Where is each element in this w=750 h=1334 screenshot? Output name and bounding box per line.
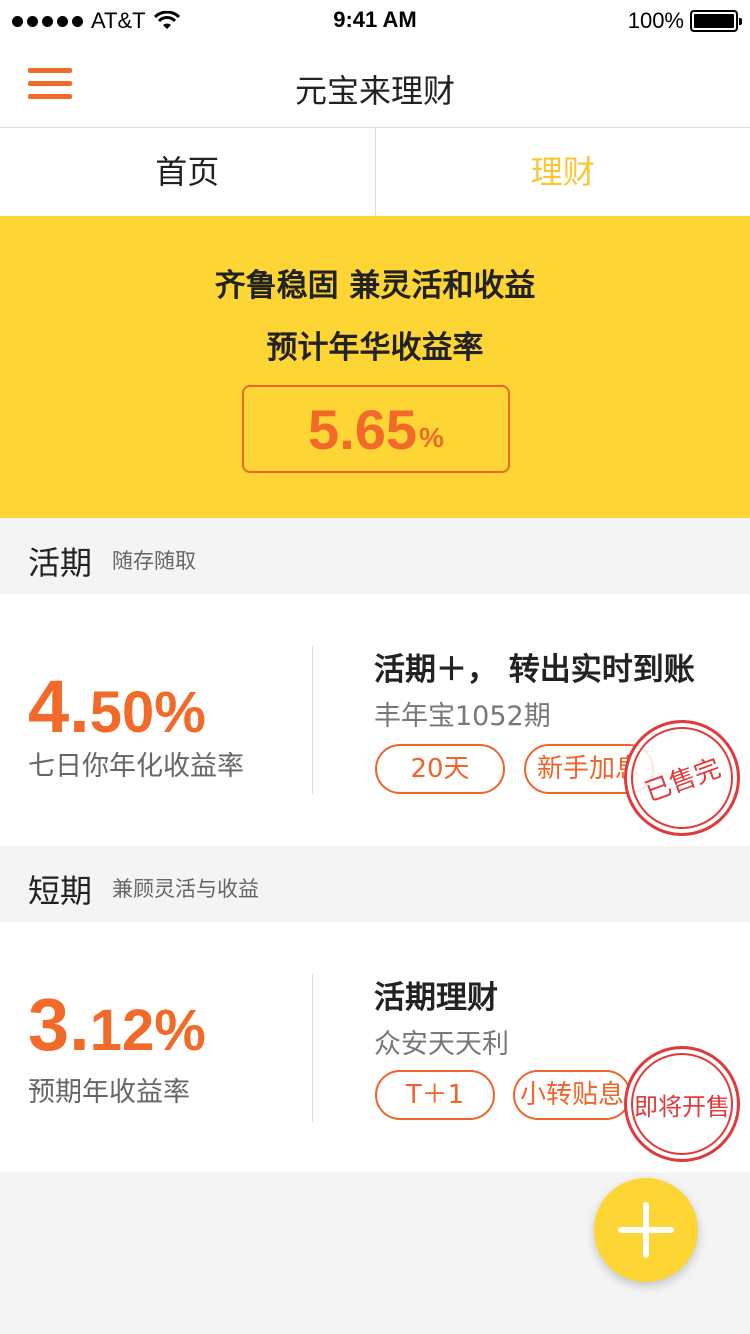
- card-divider: [312, 974, 313, 1122]
- sold-out-stamp: 已售完: [607, 703, 750, 853]
- banner-headline: 齐鲁稳固 兼灵活和收益: [214, 268, 536, 304]
- card-rate-int: 4.: [28, 665, 90, 748]
- add-button[interactable]: [594, 1178, 698, 1282]
- card-rate: 4.50%: [28, 664, 206, 749]
- card-divider: [312, 646, 313, 794]
- nav-bar: 元宝来理财: [0, 40, 750, 128]
- banner-subheadline: 预计年华收益率: [266, 330, 484, 366]
- product-subtitle: 丰年宝1052期: [374, 701, 551, 732]
- battery-icon: [690, 10, 742, 32]
- section-header-current: 活期 随存随取: [0, 518, 750, 594]
- tab-bar: 首页 理财: [0, 128, 750, 216]
- section-subtitle: 随存随取: [112, 549, 196, 573]
- coming-soon-stamp: 即将开售: [624, 1046, 740, 1162]
- section-title: 短期: [28, 872, 93, 910]
- card-rate-label: 预期年收益率: [28, 1077, 190, 1108]
- promo-banner[interactable]: 齐鲁稳固 兼灵活和收益 预计年华收益率 5.65 %: [0, 216, 750, 518]
- banner-rate-value: 5.65: [308, 397, 418, 461]
- status-bar: AT&T 9:41 AM 100%: [0, 0, 750, 40]
- status-right: 100%: [627, 8, 742, 34]
- product-name: 活期理财: [374, 980, 498, 1016]
- card-rate: 3.12%: [28, 982, 206, 1067]
- battery-percent: 100%: [627, 8, 684, 33]
- term-tag: 20天: [375, 744, 505, 794]
- section-title: 活期: [28, 544, 93, 582]
- section-header-short: 短期 兼顾灵活与收益: [0, 846, 750, 922]
- product-card-short[interactable]: 3.12% 预期年收益率 活期理财 众安天天利 T＋1 小转贴息 即将开售: [0, 922, 750, 1172]
- page-title: 元宝来理财: [294, 72, 455, 110]
- product-subtitle: 众安天天利: [374, 1029, 509, 1060]
- card-rate-frac: 12%: [89, 998, 206, 1063]
- card-rate-frac: 50%: [89, 680, 206, 745]
- tab-home[interactable]: 首页: [0, 128, 376, 216]
- banner-rate-unit: %: [419, 422, 444, 453]
- bonus-tag: 小转贴息: [513, 1070, 631, 1120]
- product-card-current[interactable]: 4.50% 七日你年化收益率 活期＋， 转出实时到账 丰年宝1052期 20天 …: [0, 594, 750, 853]
- plus-icon: [618, 1202, 674, 1258]
- term-tag: T＋1: [375, 1070, 495, 1120]
- product-name: 活期＋， 转出实时到账: [374, 652, 695, 688]
- section-subtitle: 兼顾灵活与收益: [112, 877, 259, 901]
- card-rate-label: 七日你年化收益率: [28, 751, 244, 782]
- tab-finance[interactable]: 理财: [376, 128, 750, 216]
- banner-rate-box: 5.65 %: [242, 385, 510, 473]
- card-rate-int: 3.: [28, 983, 90, 1066]
